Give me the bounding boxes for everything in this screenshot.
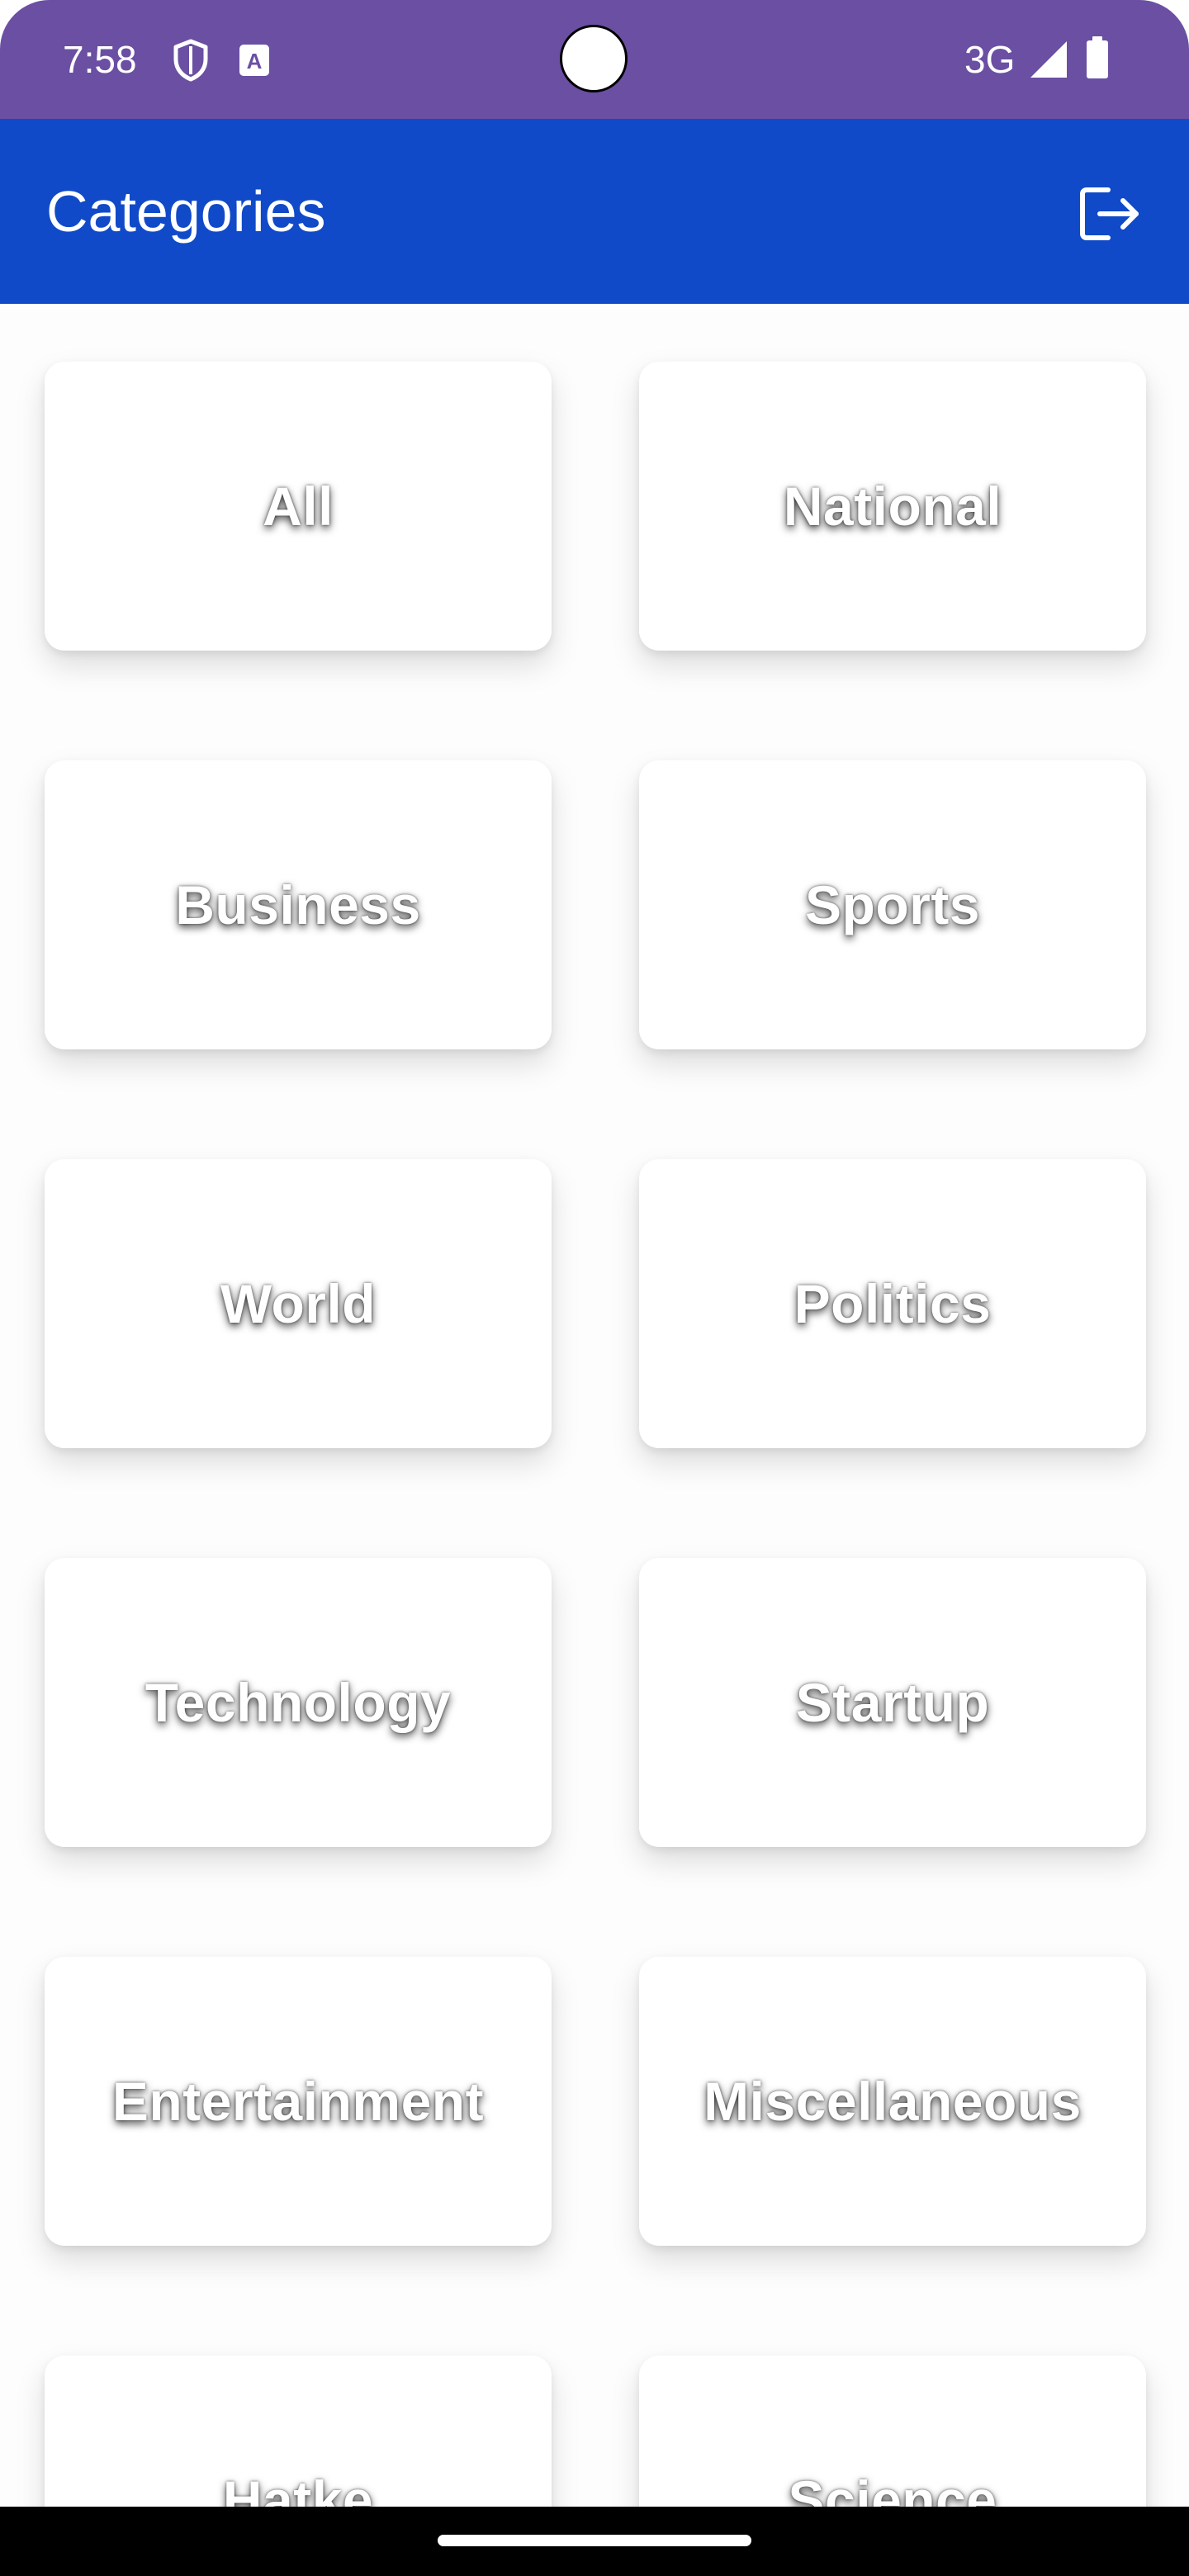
category-card-miscellaneous[interactable]: Miscellaneous <box>639 1957 1146 2246</box>
category-label: National <box>783 476 1002 537</box>
battery-icon <box>1085 36 1110 83</box>
category-row: Technology Startup <box>0 1500 1189 1899</box>
logout-icon <box>1080 187 1139 240</box>
category-label: All <box>263 476 334 537</box>
page-title: Categories <box>46 179 326 244</box>
logout-button[interactable] <box>1073 177 1148 251</box>
signal-icon <box>1027 40 1068 83</box>
category-card-sports[interactable]: Sports <box>639 760 1146 1049</box>
category-row: Business Sports <box>0 703 1189 1101</box>
category-label: Business <box>175 874 421 935</box>
category-label: Entertainment <box>111 2071 485 2132</box>
category-label: Sports <box>804 874 981 935</box>
category-card-business[interactable]: Business <box>45 760 552 1049</box>
category-label: World <box>220 1273 377 1334</box>
home-indicator[interactable] <box>438 2535 751 2546</box>
category-row: World Politics <box>0 1101 1189 1500</box>
category-label: Technology <box>144 1672 452 1733</box>
category-row: Entertainment Miscellaneous <box>0 1899 1189 2298</box>
network-type: 3G <box>964 38 1016 81</box>
category-card-startup[interactable]: Startup <box>639 1558 1146 1847</box>
navigation-bar <box>0 2507 1189 2576</box>
category-card-technology[interactable]: Technology <box>45 1558 552 1847</box>
camera-cutout <box>560 25 628 92</box>
svg-text:A: A <box>247 49 263 73</box>
screen: 7:58 A 3G Categories All National Busine… <box>0 0 1189 2576</box>
a-badge-icon: A <box>238 43 271 82</box>
status-time: 7:58 <box>63 38 137 81</box>
category-card-entertainment[interactable]: Entertainment <box>45 1957 552 2246</box>
category-label: Miscellaneous <box>703 2071 1082 2132</box>
category-card-politics[interactable]: Politics <box>639 1159 1146 1448</box>
shield-icon <box>172 38 210 87</box>
category-card-world[interactable]: World <box>45 1159 552 1448</box>
category-card-national[interactable]: National <box>639 362 1146 651</box>
category-row: All National <box>0 304 1189 703</box>
category-label: Politics <box>793 1273 992 1334</box>
app-bar: Categories <box>0 119 1189 304</box>
category-card-all[interactable]: All <box>45 362 552 651</box>
status-bar: 7:58 A 3G <box>0 0 1189 119</box>
category-label: Startup <box>795 1672 990 1733</box>
